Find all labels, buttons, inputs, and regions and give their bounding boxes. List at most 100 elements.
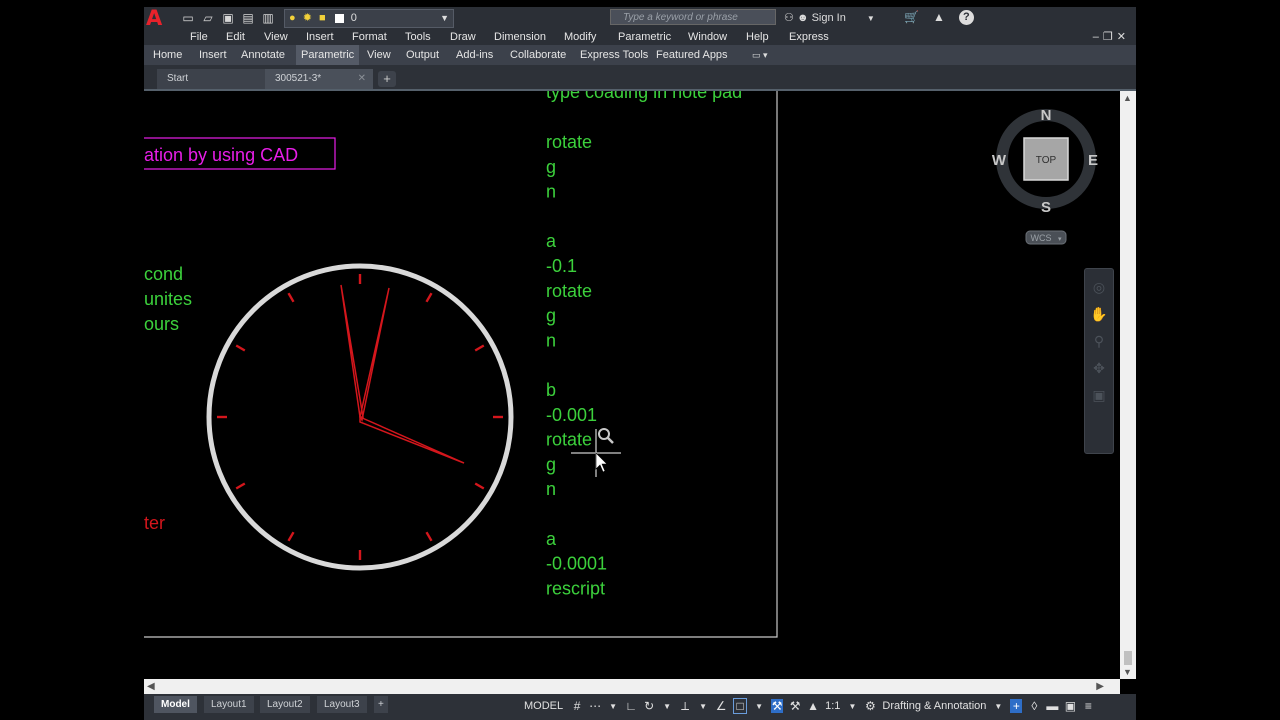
scroll-up-icon[interactable]: ▲ [1123, 93, 1132, 103]
chevron-down-icon[interactable]: ▼ [661, 702, 673, 711]
quick-access-toolbar: ▭ ▱ ▣ ▤ ▥ [180, 9, 276, 27]
chevron-down-icon[interactable]: ▼ [846, 702, 858, 711]
help-icon[interactable]: ? [958, 10, 974, 25]
ribbon-toggle-icon[interactable]: ▭ ▾ [752, 49, 768, 61]
chevron-down-icon[interactable]: ▼ [992, 702, 1004, 711]
orbit-icon[interactable]: ✥ [1085, 360, 1113, 377]
isolate-objects-icon[interactable]: ◊ [1028, 699, 1040, 713]
open-folder-icon[interactable]: ▱ [200, 10, 216, 26]
second-hand [340, 284, 364, 418]
showmotion-icon[interactable]: ▣ [1085, 387, 1113, 404]
menu-window[interactable]: Window [688, 29, 727, 45]
menu-dimension[interactable]: Dimension [494, 29, 546, 45]
tab-home[interactable]: Home [153, 45, 182, 65]
tab-annotate[interactable]: Annotate [241, 45, 285, 65]
scroll-right-icon[interactable]: ▶ [1096, 679, 1104, 694]
chevron-down-icon[interactable]: ▼ [697, 702, 709, 711]
user-icon: ☻ [796, 12, 809, 24]
script-line: n [546, 330, 556, 350]
tab-express-tools[interactable]: Express Tools [580, 45, 648, 65]
layout-tab-model[interactable]: Model [154, 696, 197, 713]
chevron-down-icon: ▾ [1058, 236, 1062, 243]
model-space-button[interactable]: MODEL [522, 700, 565, 712]
annotation-visibility-icon[interactable]: ⚒ [771, 699, 784, 713]
script-line: g [546, 157, 556, 177]
file-tab-start[interactable]: Start [157, 69, 265, 89]
annotation-scale-icon[interactable]: ▲ [807, 699, 819, 713]
new-file-icon[interactable]: ▭ [180, 10, 196, 26]
menu-help[interactable]: Help [746, 29, 769, 45]
auto-scale-icon[interactable]: ⚒ [789, 699, 801, 713]
clean-screen-icon[interactable]: ▣ [1064, 699, 1076, 713]
tab-featured-apps[interactable]: Featured Apps [656, 45, 728, 65]
sign-in-button[interactable]: ⚇ ☻ Sign In ▼ [784, 10, 875, 27]
workspace-switch[interactable]: Drafting & Annotation [882, 700, 986, 712]
plus-icon[interactable]: + [1010, 699, 1023, 713]
scale-value[interactable]: 1:1 [825, 700, 840, 712]
title-bar: A ▭ ▱ ▣ ▤ ▥ ● ✹ ■ 0 ▼ Type a keyword or … [144, 7, 1136, 29]
layout-tab-layout3[interactable]: Layout3 [317, 696, 367, 713]
menu-file[interactable]: File [190, 29, 208, 45]
file-tab-drawing[interactable]: 300521-3* ✕ [265, 69, 373, 89]
autocad-logo[interactable]: A [146, 8, 172, 29]
gear-icon[interactable]: ⚙ [864, 699, 876, 713]
tab-output[interactable]: Output [406, 45, 439, 65]
script-line: n [546, 479, 556, 499]
save-icon[interactable]: ▣ [220, 10, 236, 26]
steering-wheel-icon[interactable]: ◎ [1085, 279, 1113, 296]
layer-dropdown[interactable]: ● ✹ ■ 0 ▼ [284, 9, 454, 28]
grid-icon[interactable]: # [571, 699, 583, 713]
plot-icon[interactable]: ▥ [260, 10, 276, 26]
ortho-icon[interactable]: ∟ [625, 699, 637, 713]
tab-add-ins[interactable]: Add-ins [456, 45, 493, 65]
zoom-icon[interactable]: ⚲ [1085, 333, 1113, 350]
tab-parametric[interactable]: Parametric [296, 45, 360, 65]
scroll-left-icon[interactable]: ◀ [147, 679, 155, 694]
wcs-label: WCS [1031, 233, 1052, 243]
viewcube[interactable]: TOP N S E W WCS ▾ [992, 107, 1098, 245]
menu-tools[interactable]: Tools [405, 29, 431, 45]
file-tab-label: Start [167, 73, 189, 84]
script-line: -0.1 [546, 256, 577, 276]
menu-modify[interactable]: Modify [564, 29, 596, 45]
layout-tab-layout2[interactable]: Layout2 [260, 696, 310, 713]
horizontal-scrollbar[interactable]: ◀ ▶ [144, 679, 1120, 694]
chevron-down-icon[interactable]: ▼ [753, 702, 765, 711]
scroll-thumb[interactable] [1124, 651, 1132, 665]
search-input[interactable]: Type a keyword or phrase [610, 9, 776, 25]
vertical-scrollbar[interactable]: ▲ ▼ [1120, 91, 1136, 679]
menu-edit[interactable]: Edit [226, 29, 245, 45]
menu-draw[interactable]: Draw [450, 29, 476, 45]
new-tab-button[interactable]: + [378, 71, 396, 87]
layout-tab-layout1[interactable]: Layout1 [204, 696, 254, 713]
compass-s: S [1041, 199, 1051, 216]
object-snap-tracking-icon[interactable]: ∠ [715, 699, 727, 713]
window-controls[interactable]: –❐✕ [1093, 29, 1130, 45]
hardware-acceleration-icon[interactable]: ▬ [1046, 699, 1058, 713]
menu-parametric[interactable]: Parametric [618, 29, 671, 45]
customization-icon[interactable]: ≡ [1082, 699, 1094, 713]
tab-view[interactable]: View [367, 45, 391, 65]
a360-icon[interactable]: ▲ [933, 10, 945, 25]
status-bar: Model Layout1 Layout2 Layout3 + MODEL # … [144, 694, 1136, 720]
tab-collaborate[interactable]: Collaborate [510, 45, 566, 65]
scroll-down-icon[interactable]: ▼ [1123, 667, 1132, 677]
menu-express[interactable]: Express [789, 29, 829, 45]
clock-tick [235, 482, 246, 490]
snap-icon[interactable]: ⋯ [589, 699, 601, 713]
add-layout-button[interactable]: + [374, 696, 388, 713]
file-tab-label: 300521-3* [275, 73, 322, 84]
object-snap-icon[interactable]: □ [733, 698, 748, 714]
tab-insert[interactable]: Insert [199, 45, 227, 65]
menu-insert[interactable]: Insert [306, 29, 334, 45]
chevron-down-icon[interactable]: ▼ [607, 702, 619, 711]
polar-icon[interactable]: ↻ [643, 699, 655, 713]
close-icon[interactable]: ✕ [358, 69, 366, 89]
menu-format[interactable]: Format [352, 29, 387, 45]
save-as-icon[interactable]: ▤ [240, 10, 256, 26]
isodraft-icon[interactable]: ⟂ [679, 699, 691, 714]
menu-view[interactable]: View [264, 29, 288, 45]
drawing-canvas[interactable]: ation by using CAD cond unites ours ter … [144, 91, 1120, 679]
pan-icon[interactable]: ✋ [1085, 306, 1113, 323]
cart-icon[interactable]: 🛒 [904, 10, 919, 25]
